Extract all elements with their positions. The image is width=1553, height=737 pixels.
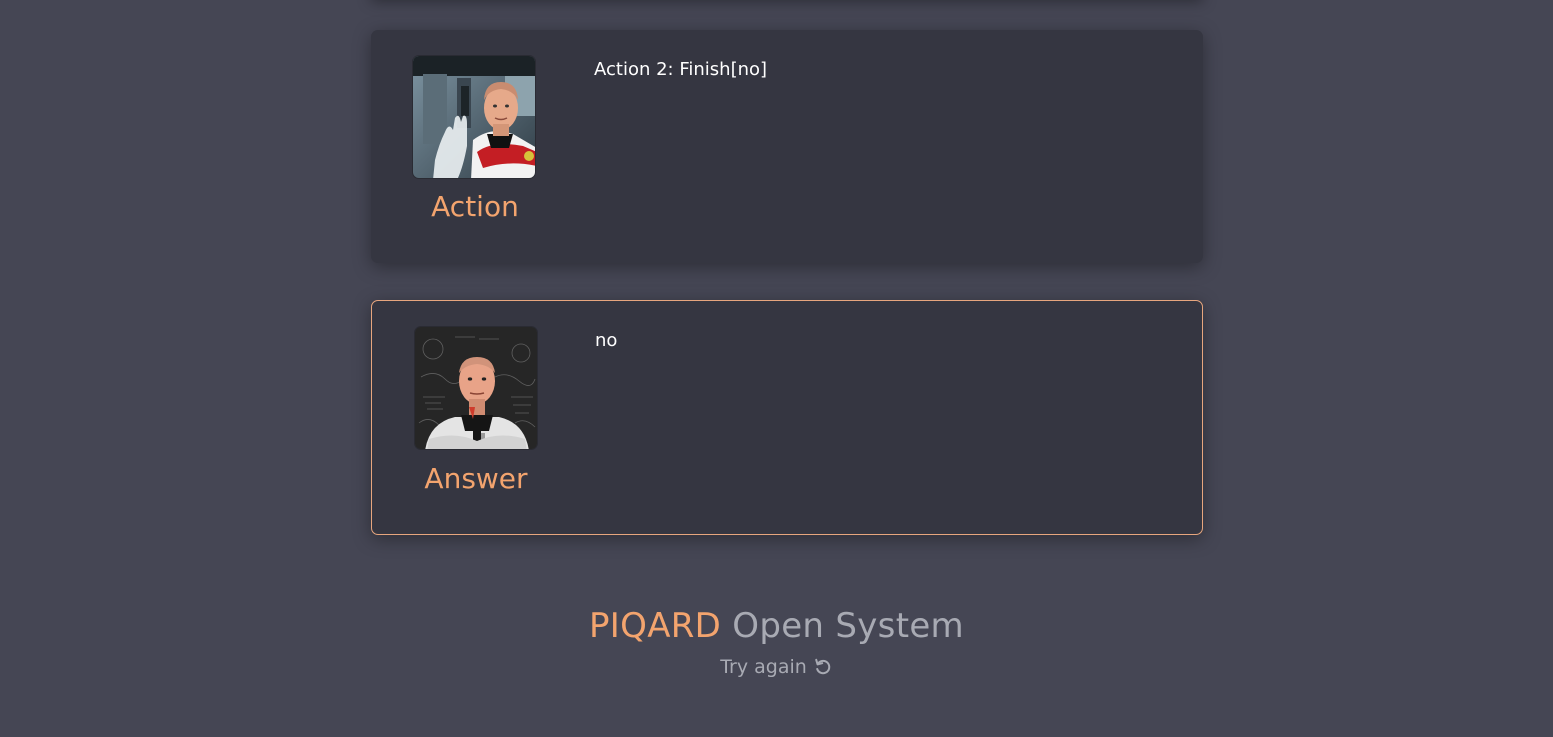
brand-accent-text: PIQARD <box>589 606 722 646</box>
answer-text: no <box>595 330 618 351</box>
rotate-ccw-icon <box>813 657 833 677</box>
captain-portrait-lab-icon <box>413 56 535 178</box>
brand-rest-text: Open System <box>732 606 964 646</box>
captain-portrait-chalkboard-icon <box>415 327 537 449</box>
try-again-label: Try again <box>720 656 807 678</box>
action-text: Action 2: Finish[no] <box>594 59 768 80</box>
answer-role-label: Answer <box>424 462 528 495</box>
answer-card: Answer no <box>371 300 1203 535</box>
try-again-link[interactable]: Try again <box>720 656 833 678</box>
action-role-label: Action <box>431 190 519 223</box>
page: Action Action 2: Finish[no] Answer no PI… <box>0 0 1553 737</box>
answer-avatar-image <box>414 326 538 450</box>
footer: PIQARD Open System Try again <box>0 606 1553 678</box>
brand-title: PIQARD Open System <box>0 606 1553 646</box>
action-avatar-image <box>412 55 536 179</box>
action-card: Action Action 2: Finish[no] <box>371 30 1203 263</box>
